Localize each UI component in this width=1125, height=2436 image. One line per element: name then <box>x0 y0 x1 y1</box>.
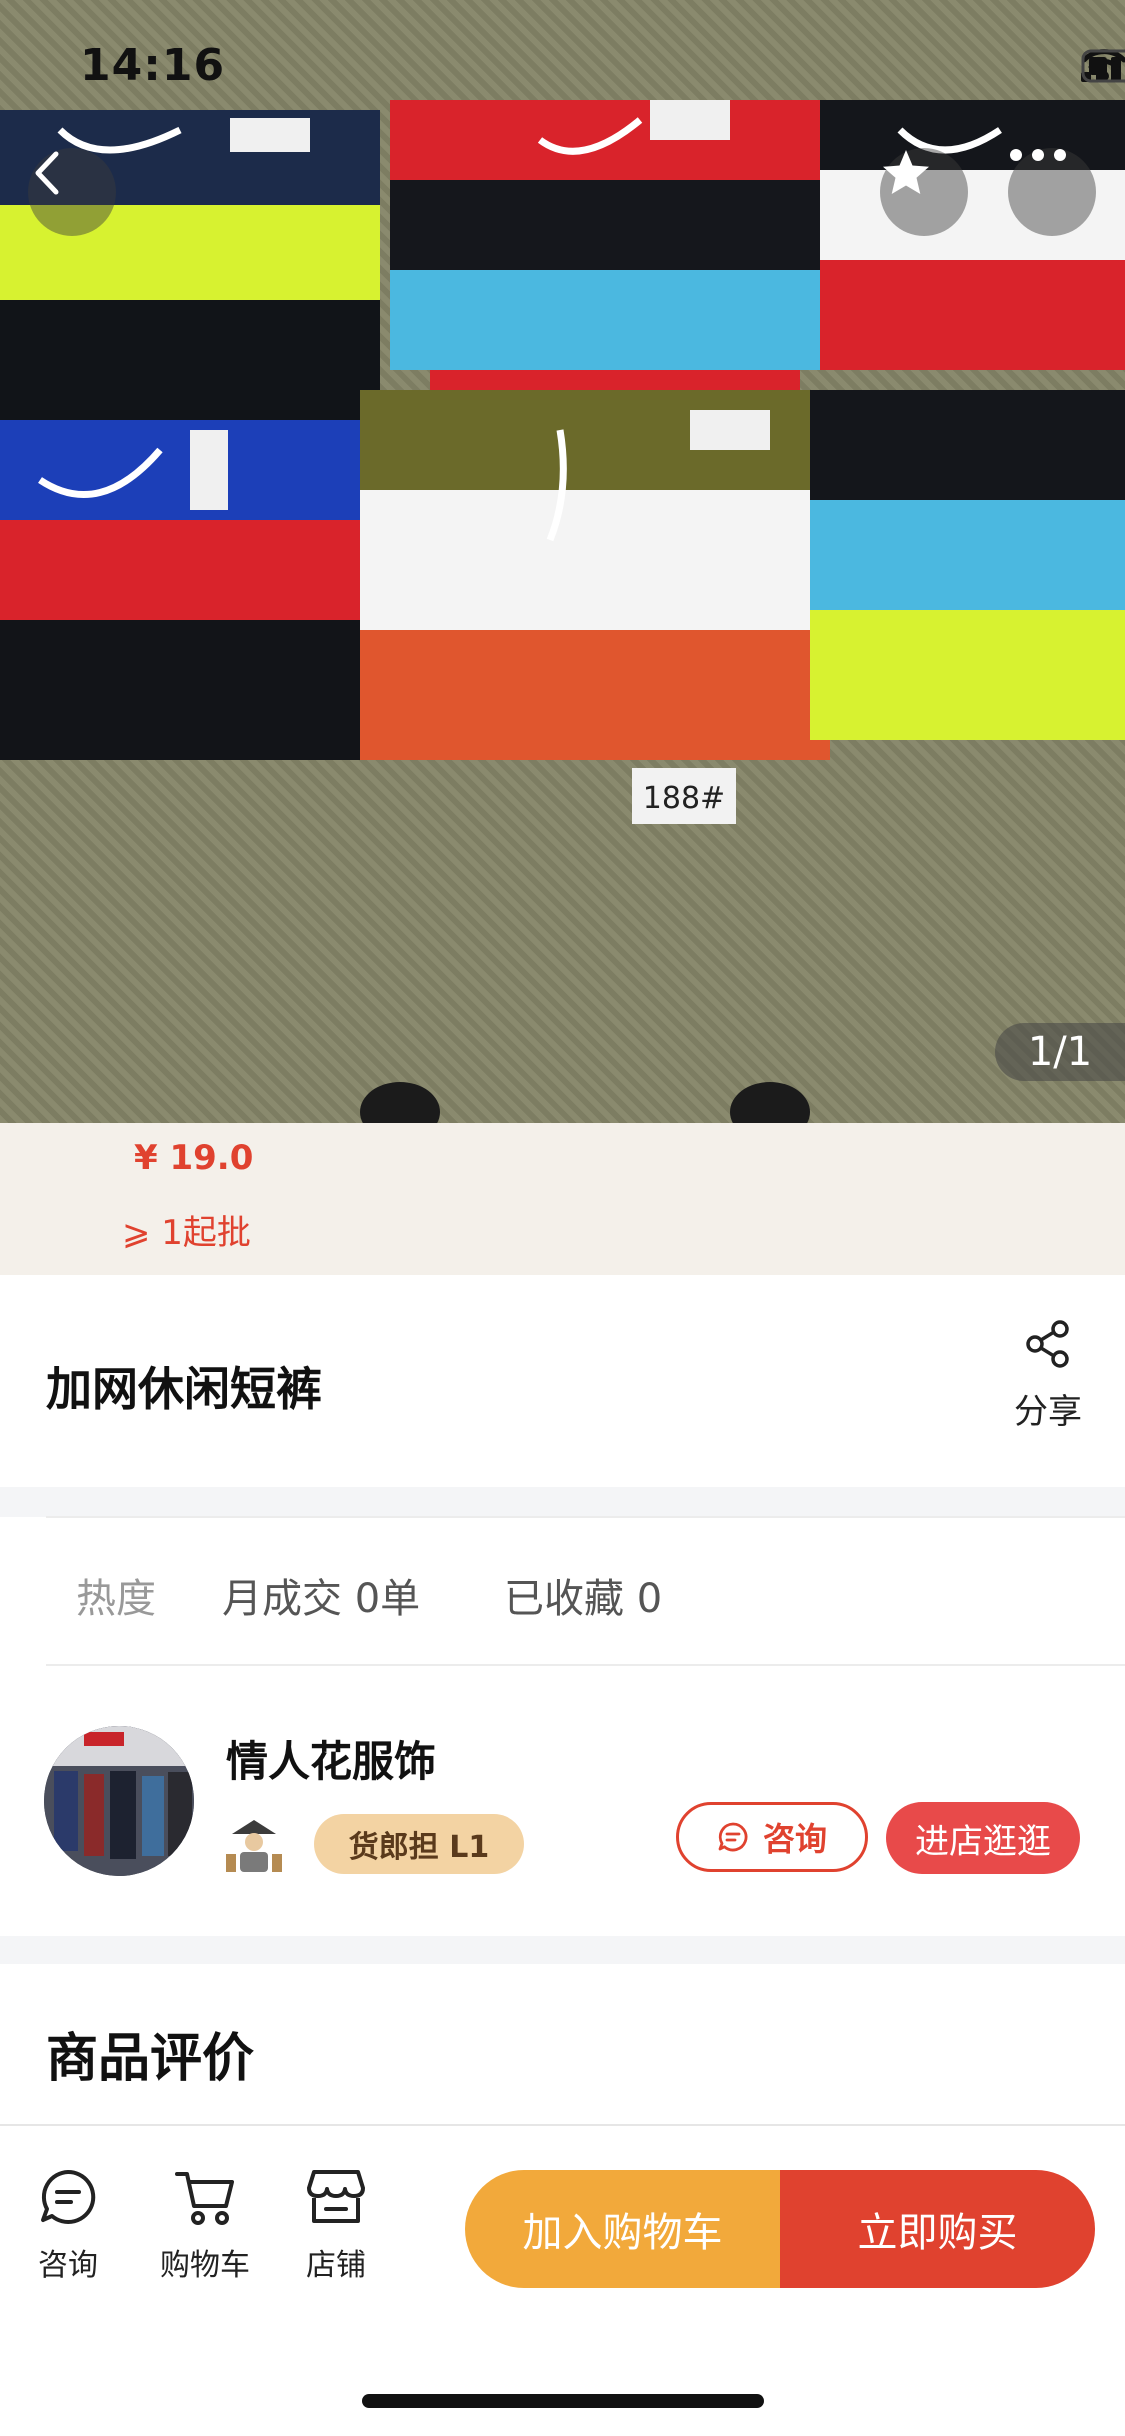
battery-icon <box>1081 49 1125 83</box>
price-value: ¥ 19.0 <box>134 1138 254 1178</box>
chevron-left-icon <box>35 151 59 195</box>
product-photo[interactable]: 188# 14:16 1/1 <box>0 0 1125 1123</box>
shop-consult-button[interactable]: 咨询 <box>676 1802 868 1872</box>
tab-shop[interactable]: 店铺 <box>298 2168 374 2284</box>
more-dots-icon <box>1010 149 1066 161</box>
chat-icon <box>41 2169 96 2224</box>
product-title: 加网休闲短裤 <box>46 1362 322 1416</box>
image-pager: 1/1 <box>995 1023 1125 1081</box>
more-button[interactable] <box>1008 148 1096 236</box>
shop-photo <box>44 1726 194 1876</box>
tab-cart[interactable]: 购物车 <box>152 2168 258 2284</box>
reviews-title: 商品评价 <box>46 2029 255 2089</box>
add-to-cart-button[interactable]: 加入购物车 <box>465 2170 780 2288</box>
back-button[interactable] <box>28 148 116 236</box>
chat-icon <box>718 1822 748 1852</box>
store-icon <box>307 2170 365 2223</box>
tab-consult[interactable]: 咨询 <box>30 2168 106 2284</box>
stat-heat: 热度 <box>76 1576 156 1622</box>
status-bar: 14:16 <box>0 0 1125 132</box>
home-indicator[interactable] <box>362 2394 764 2408</box>
buy-now-button[interactable]: 立即购买 <box>780 2170 1095 2288</box>
tab-cart-label: 购物车 <box>160 2248 250 2283</box>
enter-shop-button[interactable]: 进店逛逛 <box>886 1802 1080 1874</box>
shop-name[interactable]: 情人花服饰 <box>226 1728 436 1789</box>
tab-shop-label: 店铺 <box>306 2248 366 2283</box>
section-divider <box>0 1487 1125 1517</box>
status-time: 14:16 <box>80 40 226 91</box>
share-label: 分享 <box>1014 1392 1082 1432</box>
share-button[interactable]: 分享 <box>1008 1320 1088 1433</box>
divider-line <box>46 1664 1125 1666</box>
stat-monthly-sold: 月成交 0单 <box>222 1576 421 1622</box>
cart-icon <box>175 2172 234 2225</box>
peddler-icon <box>226 1820 282 1872</box>
star-icon <box>883 150 929 194</box>
share-icon <box>1026 1320 1069 1368</box>
shop-avatar[interactable] <box>44 1726 194 1876</box>
favorite-button[interactable] <box>880 148 968 236</box>
section-divider <box>0 1936 1125 1964</box>
shop-level-badge: 货郎担 L1 <box>314 1814 524 1874</box>
tab-consult-label: 咨询 <box>38 2248 98 2283</box>
min-order-quantity: ⩾ 1起批 <box>122 1213 251 1253</box>
shop-consult-label: 咨询 <box>762 1820 827 1858</box>
photo-label: 188# <box>643 781 725 816</box>
stat-favorited: 已收藏 0 <box>504 1576 663 1622</box>
